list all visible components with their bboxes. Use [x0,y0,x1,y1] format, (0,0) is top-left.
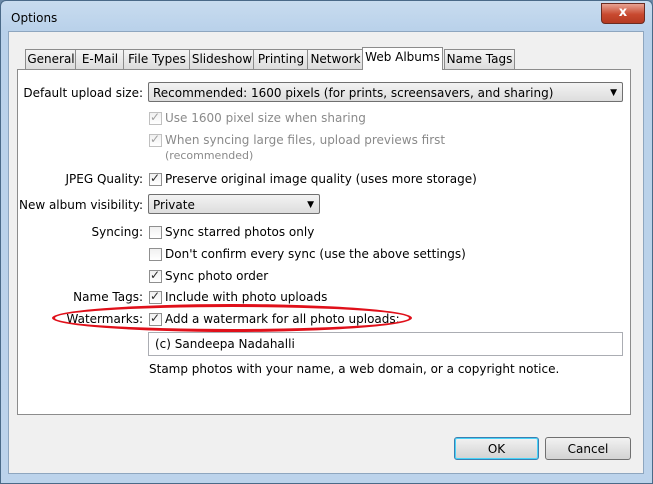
album-visibility-select[interactable]: Private ▼ [148,194,320,214]
watermark-hint: Stamp photos with your name, a web domai… [149,362,560,376]
tab-general[interactable]: General [25,49,77,69]
include-tags-label: Include with photo uploads [165,290,328,304]
default-upload-size-label: Default upload size: [23,86,143,100]
tab-network[interactable]: Network [307,49,364,69]
album-visibility-label: New album visibility: [18,198,143,212]
default-upload-size-select[interactable]: Recommended: 1600 pixels (for prints, sc… [148,82,623,102]
sync-order-label: Sync photo order [165,269,269,283]
default-upload-size-value: Recommended: 1600 pixels (for prints, sc… [153,86,554,100]
sync-order-checkbox[interactable] [149,268,162,283]
include-tags-checkbox[interactable] [149,289,162,304]
dont-confirm-checkbox[interactable] [149,248,162,261]
preserve-quality-checkbox[interactable] [149,171,162,186]
preserve-quality-label: Preserve original image quality (uses mo… [165,172,477,186]
ok-button[interactable]: OK [454,437,539,460]
tab-email[interactable]: E-Mail [75,49,125,69]
tab-slideshow[interactable]: Slideshow [189,49,255,69]
chevron-down-icon: ▼ [610,88,617,98]
watermark-text-input[interactable]: (c) Sandeepa Nadahalli [148,332,623,356]
use-1600-checkbox[interactable] [149,110,162,125]
album-visibility-value: Private [153,198,195,212]
name-tags-label: Name Tags: [73,290,143,304]
sync-large-files-note: (recommended) [165,149,254,162]
chevron-down-icon: ▼ [307,200,314,210]
use-1600-label: Use 1600 pixel size when sharing [165,111,366,125]
watermark-label: Add a watermark for all photo uploads: [165,312,400,326]
sync-starred-label: Sync starred photos only [165,225,315,239]
close-button[interactable]: x [601,3,645,24]
tab-file-types[interactable]: File Types [123,49,191,69]
watermarks-label: Watermarks: [66,312,143,326]
tab-printing[interactable]: Printing [253,49,309,69]
sync-large-files-label: When syncing large files, upload preview… [165,133,446,147]
tab-web-albums[interactable]: Web Albums [362,47,443,70]
syncing-label: Syncing: [91,225,143,239]
dont-confirm-label: Don't confirm every sync (use the above … [165,247,466,261]
window-title: Options [11,11,58,25]
tab-name-tags[interactable]: Name Tags [444,49,515,69]
sync-starred-checkbox[interactable] [149,226,162,239]
jpeg-quality-label: JPEG Quality: [65,172,143,186]
close-icon: x [618,5,628,20]
cancel-button[interactable]: Cancel [545,437,631,460]
sync-large-files-checkbox[interactable] [149,132,162,147]
watermark-checkbox[interactable] [149,311,162,326]
